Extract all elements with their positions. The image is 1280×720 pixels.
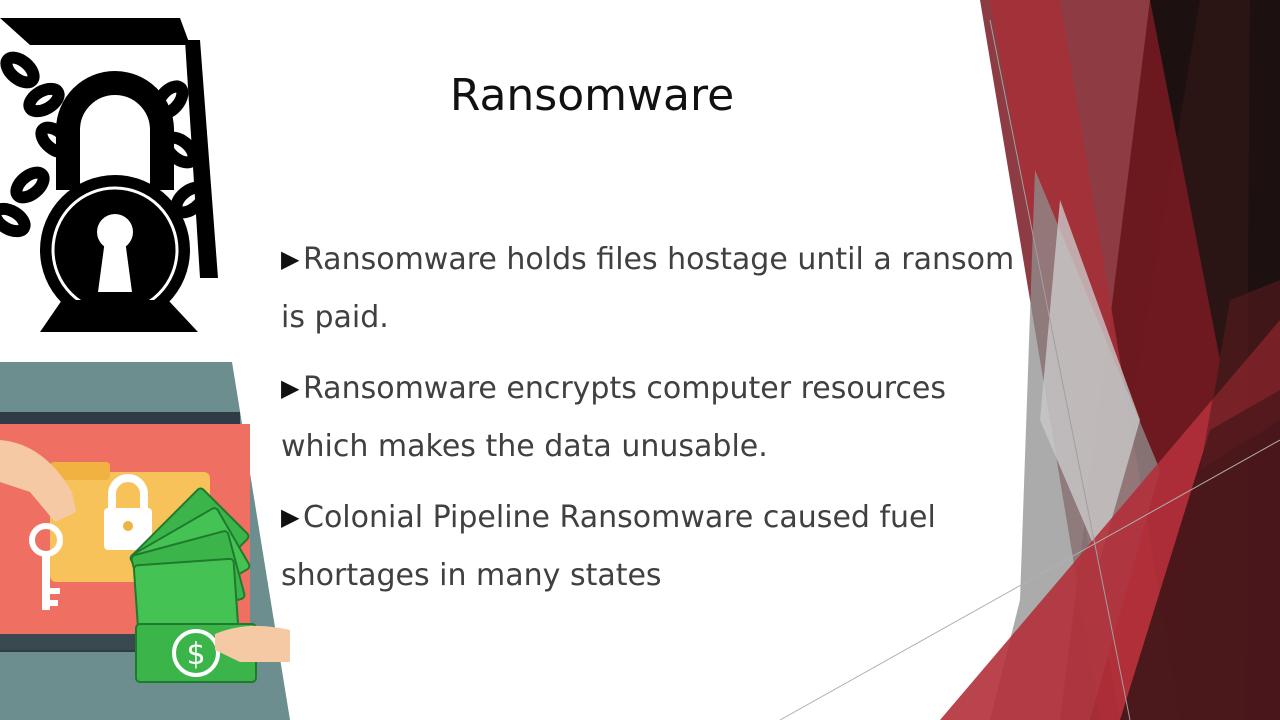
triangle-bullet-icon: ▶ (281, 245, 300, 273)
bullet-item: ▶ Colonial Pipeline Ransomware caused fue… (281, 488, 1021, 605)
triangle-bullet-icon: ▶ (281, 503, 300, 531)
bullet-text: Ransomware holds files hostage until a r… (281, 242, 1015, 335)
triangle-bullet-icon: ▶ (281, 374, 300, 402)
bullet-text: Ransomware encrypts computer resources w… (281, 371, 947, 464)
ransom-laptop-money-illustration: $ (0, 362, 290, 720)
bullet-text: Colonial Pipeline Ransomware caused fuel… (281, 500, 936, 593)
chained-padlock-icon (0, 0, 235, 345)
bullet-item: ▶ Ransomware encrypts computer resources … (281, 359, 1021, 476)
bullet-list: ▶ Ransomware holds files hostage until a … (281, 230, 1021, 617)
bullet-item: ▶ Ransomware holds files hostage until a … (281, 230, 1021, 347)
slide-title: Ransomware (449, 70, 735, 121)
slide: $ Ransomware ▶ Ransomware holds files hos… (0, 0, 1280, 720)
dollar-sign-icon: $ (186, 637, 205, 672)
